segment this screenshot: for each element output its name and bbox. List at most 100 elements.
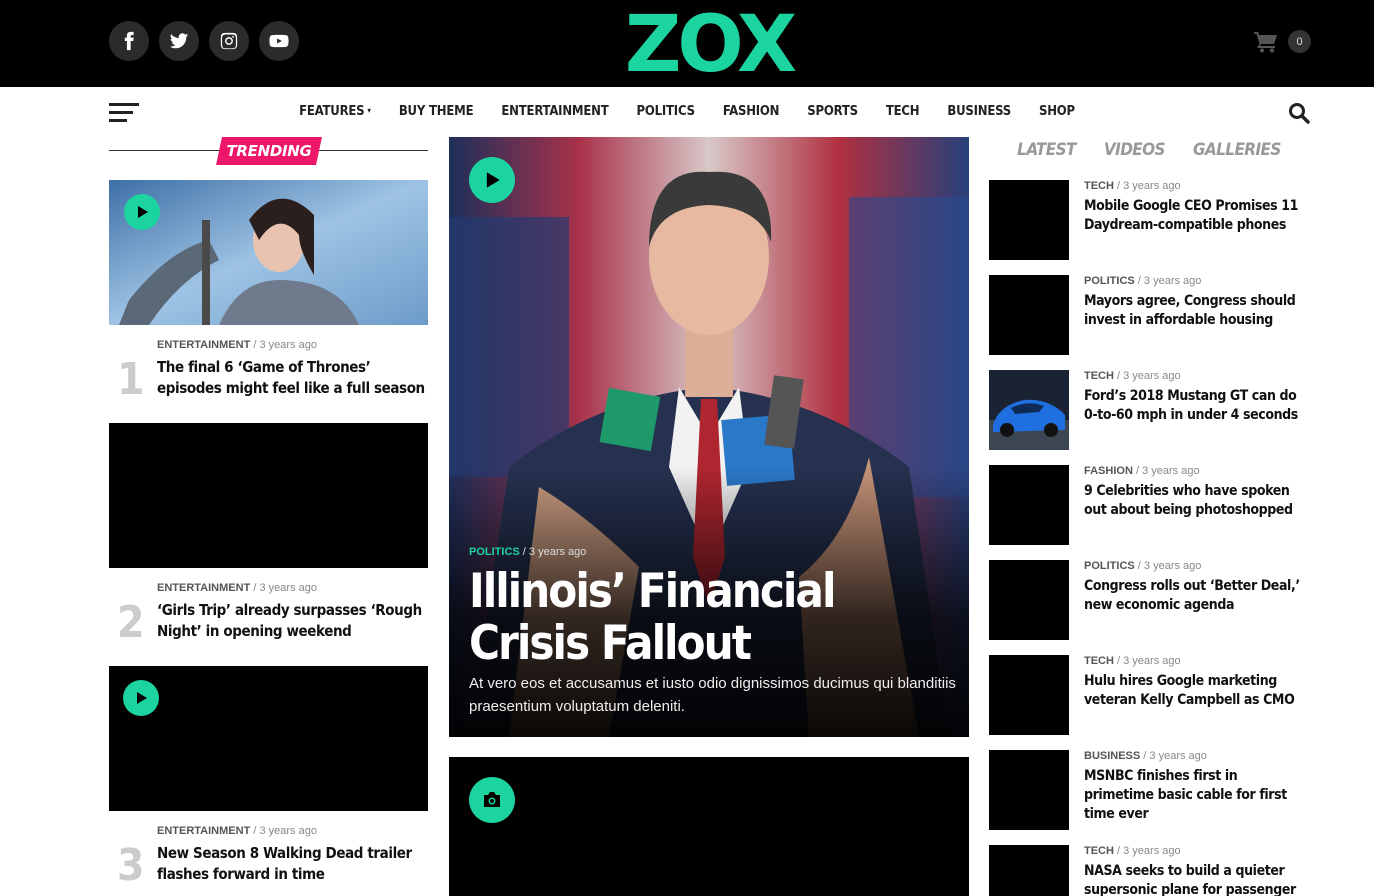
nav-item-entertainment[interactable]: ENTERTAINMENT	[487, 104, 622, 119]
play-button[interactable]	[123, 680, 159, 716]
search-icon[interactable]	[1288, 102, 1310, 124]
sidebar-title[interactable]: Mayors agree, Congress should invest in …	[1084, 292, 1309, 330]
nav-item-politics[interactable]: POLITICS	[623, 104, 709, 119]
sidebar-item[interactable]: BUSINESS / 3 years ago MSNBC finishes fi…	[989, 750, 1309, 830]
trending-label: TRENDING	[226, 142, 312, 160]
category-label[interactable]: POLITICS	[1084, 275, 1135, 287]
sidebar-thumbnail[interactable]	[989, 560, 1069, 640]
car-image	[989, 370, 1069, 450]
nav-item-sports[interactable]: SPORTS	[793, 104, 872, 119]
sidebar-title[interactable]: Mobile Google CEO Promises 11 Daydream-c…	[1084, 197, 1309, 235]
sidebar-title[interactable]: Ford’s 2018 Mustang GT can do 0-to-60 mp…	[1084, 387, 1309, 425]
category-label[interactable]: ENTERTAINMENT	[157, 339, 250, 351]
second-featured-story[interactable]	[449, 757, 969, 896]
tab-latest[interactable]: LATEST	[1017, 140, 1076, 160]
sidebar-title[interactable]: NASA seeks to build a quieter supersonic…	[1084, 862, 1309, 896]
main-nav: FEATURES ▾ BUY THEME ENTERTAINMENT POLITI…	[0, 87, 1374, 137]
trending-meta-2: ENTERTAINMENT / 3 years ago	[157, 582, 317, 594]
category-label[interactable]: BUSINESS	[1084, 750, 1140, 762]
nav-item-business[interactable]: BUSINESS	[933, 104, 1025, 119]
tab-galleries[interactable]: GALLERIES	[1193, 140, 1281, 160]
sidebar-item[interactable]: FASHION / 3 years ago 9 Celebrities who …	[989, 465, 1309, 545]
category-label[interactable]: TECH	[1084, 370, 1114, 382]
youtube-icon[interactable]	[259, 21, 299, 61]
site-logo[interactable]: ZOX	[617, 11, 801, 73]
category-label[interactable]: FASHION	[1084, 465, 1133, 477]
trending-thumbnail-2[interactable]	[109, 423, 428, 568]
top-bar: ZOX 0	[0, 0, 1374, 87]
time-ago: 3 years ago	[1123, 370, 1181, 382]
sidebar-thumbnail[interactable]	[989, 750, 1069, 830]
sidebar-meta: FASHION / 3 years ago	[1084, 465, 1200, 477]
trending-badge: TRENDING	[216, 137, 322, 165]
nav-item-features[interactable]: FEATURES ▾	[285, 104, 385, 119]
sidebar-item[interactable]: POLITICS / 3 years ago Mayors agree, Con…	[989, 275, 1309, 355]
sidebar-title[interactable]: Congress rolls out ‘Better Deal,’ new ec…	[1084, 577, 1309, 615]
sidebar-title[interactable]: MSNBC finishes first in primetime basic …	[1084, 767, 1309, 824]
sidebar-thumbnail[interactable]	[989, 180, 1069, 260]
category-label[interactable]: ENTERTAINMENT	[157, 582, 250, 594]
sidebar-item[interactable]: POLITICS / 3 years ago Congress rolls ou…	[989, 560, 1309, 640]
featured-title[interactable]: Illinois’ Financial Crisis Fallout	[469, 566, 959, 670]
sidebar-title[interactable]: 9 Celebrities who have spoken out about …	[1084, 482, 1309, 520]
trending-title-2[interactable]: ‘Girls Trip’ already surpasses ‘Rough Ni…	[157, 600, 427, 642]
sidebar-item[interactable]: TECH / 3 years ago Hulu hires Google mar…	[989, 655, 1309, 735]
sidebar-meta: TECH / 3 years ago	[1084, 370, 1181, 382]
time-ago: 3 years ago	[1143, 275, 1202, 287]
instagram-icon[interactable]	[209, 21, 249, 61]
social-links	[109, 21, 299, 61]
trending-thumbnail-3[interactable]	[109, 666, 428, 811]
nav-item-tech[interactable]: TECH	[872, 104, 934, 119]
sidebar-item[interactable]: TECH / 3 years ago Ford’s 2018 Mustang G…	[989, 370, 1309, 450]
nav-item-buy-theme[interactable]: BUY THEME	[385, 104, 488, 119]
sidebar-thumbnail[interactable]	[989, 370, 1069, 450]
play-icon	[138, 206, 148, 218]
sidebar-title[interactable]: Hulu hires Google marketing veteran Kell…	[1084, 672, 1309, 710]
sidebar-tabs: LATEST VIDEOS GALLERIES	[989, 140, 1309, 160]
cart[interactable]: 0	[1254, 30, 1311, 53]
nav-item-shop[interactable]: SHOP	[1025, 104, 1089, 119]
trending-title-1[interactable]: The final 6 ‘Game of Thrones’ episodes m…	[157, 357, 427, 399]
play-icon	[137, 692, 147, 704]
camera-button[interactable]	[469, 777, 515, 823]
time-ago: 3 years ago	[1123, 180, 1181, 192]
sidebar-meta: TECH / 3 years ago	[1084, 180, 1181, 192]
facebook-icon[interactable]	[109, 21, 149, 61]
sidebar-item[interactable]: TECH / 3 years ago NASA seeks to build a…	[989, 845, 1309, 896]
trending-number-1: 1	[117, 354, 145, 405]
sidebar-thumbnail[interactable]	[989, 845, 1069, 896]
cart-count: 0	[1288, 30, 1311, 53]
sidebar-thumbnail[interactable]	[989, 275, 1069, 355]
featured-excerpt: At vero eos et accusamus et iusto odio d…	[469, 675, 956, 715]
play-button[interactable]	[469, 157, 515, 203]
caret-down-icon: ▾	[367, 106, 371, 115]
nav-item-fashion[interactable]: FASHION	[709, 104, 793, 119]
trending-number-2: 2	[117, 597, 145, 648]
trending-title-3[interactable]: New Season 8 Walking Dead trailer flashe…	[157, 843, 427, 885]
sidebar-item[interactable]: TECH / 3 years ago Mobile Google CEO Pro…	[989, 180, 1309, 260]
sidebar-meta: BUSINESS / 3 years ago	[1084, 750, 1207, 762]
sidebar-meta: TECH / 3 years ago	[1084, 655, 1181, 667]
category-label[interactable]: POLITICS	[469, 546, 520, 558]
time-ago: 3 years ago	[1123, 845, 1181, 857]
category-label[interactable]: POLITICS	[1084, 560, 1135, 572]
tab-videos[interactable]: VIDEOS	[1104, 140, 1166, 160]
nav-menu: FEATURES ▾ BUY THEME ENTERTAINMENT POLITI…	[0, 104, 1374, 119]
nav-item-label: FEATURES	[299, 104, 365, 119]
category-label[interactable]: TECH	[1084, 180, 1114, 192]
trending-meta-1: ENTERTAINMENT / 3 years ago	[157, 339, 317, 351]
time-ago: 3 years ago	[259, 339, 317, 351]
sidebar-thumbnail[interactable]	[989, 655, 1069, 735]
featured-meta: POLITICS / 3 years ago	[469, 546, 587, 558]
twitter-icon[interactable]	[159, 21, 199, 61]
sidebar-meta: POLITICS / 3 years ago	[1084, 275, 1202, 287]
category-label[interactable]: TECH	[1084, 845, 1114, 857]
time-ago: 3 years ago	[1149, 750, 1207, 762]
trending-meta-3: ENTERTAINMENT / 3 years ago	[157, 825, 317, 837]
trending-number-3: 3	[117, 840, 145, 891]
trending-thumbnail-1[interactable]	[109, 180, 428, 325]
play-button[interactable]	[124, 194, 160, 230]
category-label[interactable]: ENTERTAINMENT	[157, 825, 250, 837]
category-label[interactable]: TECH	[1084, 655, 1114, 667]
sidebar-thumbnail[interactable]	[989, 465, 1069, 545]
